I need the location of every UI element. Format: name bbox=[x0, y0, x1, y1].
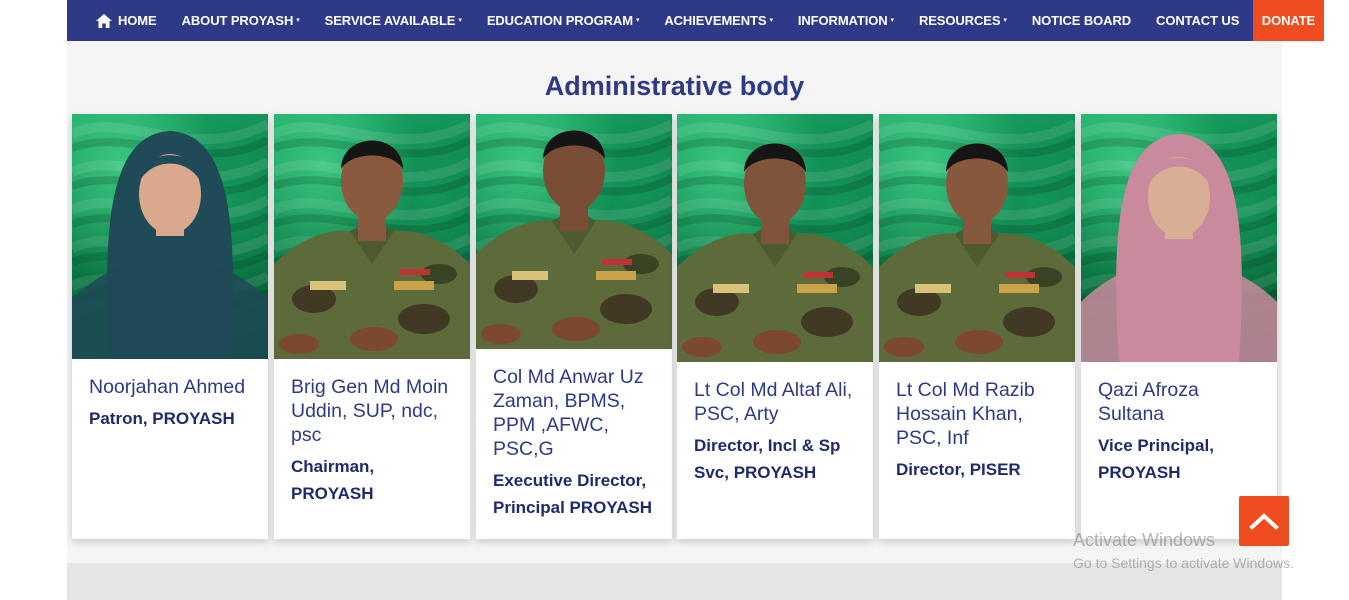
home-icon bbox=[96, 13, 112, 28]
member-name: Lt Col Md Altaf Ali, PSC, Arty bbox=[694, 379, 853, 425]
member-card: Lt Col Md Razib Hossain Khan, PSC, Inf Di… bbox=[879, 114, 1075, 539]
chevron-down-icon: ▾ bbox=[1003, 16, 1007, 24]
windows-activation-watermark-text: Go to Settings to activate Windows. bbox=[1073, 555, 1294, 571]
nav-item-label: RESOURCES bbox=[918, 13, 1001, 28]
nav-item-label: HOME bbox=[118, 13, 157, 28]
member-photo bbox=[274, 114, 470, 359]
windows-activation-watermark-title: Activate Windows bbox=[1073, 530, 1216, 550]
nav-item-resources[interactable]: RESOURCES ▾ bbox=[906, 0, 1019, 41]
member-name: Noorjahan Ahmed bbox=[89, 376, 246, 398]
member-name: Col Md Anwar Uz Zaman, BPMS, PPM ,AFWC, … bbox=[493, 366, 644, 460]
nav-item-achievements[interactable]: ACHIEVEMENTS ▾ bbox=[652, 0, 786, 41]
member-photo bbox=[72, 114, 268, 359]
nav-item-label: DONATE bbox=[1261, 13, 1316, 28]
member-card: Noorjahan Ahmed Patron, PROYASH bbox=[72, 114, 268, 539]
member-role: Executive Director, Principal PROYASH bbox=[493, 471, 653, 517]
main-navbar: HOME ABOUT PROYASH ▾ SERVICE AVAILABLE ▾ EDUC… bbox=[67, 0, 1325, 41]
nav-item-label: ABOUT PROYASH bbox=[181, 13, 294, 28]
nav-item-label: SERVICE AVAILABLE bbox=[324, 13, 456, 28]
nav-item-service-available[interactable]: SERVICE AVAILABLE ▾ bbox=[312, 0, 474, 41]
chevron-down-icon: ▾ bbox=[769, 16, 773, 24]
nav-item-label: CONTACT US bbox=[1156, 13, 1240, 28]
nav-item-about-proyash[interactable]: ABOUT PROYASH ▾ bbox=[169, 0, 312, 41]
member-photo bbox=[677, 114, 873, 362]
member-role: Chairman, PROYASH bbox=[291, 457, 375, 503]
member-name: Lt Col Md Razib Hossain Khan, PSC, Inf bbox=[896, 379, 1035, 449]
nav-item-donate[interactable]: DONATE bbox=[1252, 0, 1325, 41]
chevron-up-icon bbox=[1249, 513, 1279, 530]
member-role: Director, PISER bbox=[896, 460, 1021, 479]
nav-item-home[interactable]: HOME bbox=[96, 0, 169, 41]
member-name: Qazi Afroza Sultana bbox=[1098, 379, 1199, 425]
nav-item-contact-us[interactable]: CONTACT US bbox=[1144, 0, 1252, 41]
chevron-down-icon: ▾ bbox=[890, 16, 895, 24]
nav-item-label: EDUCATION PROGRAM bbox=[486, 13, 633, 28]
nav-item-label: NOTICE BOARD bbox=[1031, 13, 1132, 28]
nav-item-notice-board[interactable]: NOTICE BOARD bbox=[1019, 0, 1143, 41]
nav-item-education-program[interactable]: EDUCATION PROGRAM ▾ bbox=[474, 0, 652, 41]
member-photo bbox=[879, 114, 1075, 362]
member-role: Patron, PROYASH bbox=[89, 409, 235, 428]
section-title: Administrative body bbox=[544, 71, 805, 102]
member-name: Brig Gen Md Moin Uddin, SUP, ndc, psc bbox=[291, 376, 449, 446]
member-role: Vice Principal, PROYASH bbox=[1098, 436, 1214, 482]
member-photo bbox=[1081, 114, 1277, 362]
member-card: Brig Gen Md Moin Uddin, SUP, ndc, psc Cha… bbox=[274, 114, 470, 539]
nav-item-label: ACHIEVEMENTS bbox=[664, 13, 767, 28]
page-container: HOME ABOUT PROYASH ▾ SERVICE AVAILABLE ▾ EDUC… bbox=[67, 0, 1325, 600]
chevron-down-icon: ▾ bbox=[635, 16, 640, 24]
member-card: Col Md Anwar Uz Zaman, BPMS, PPM ,AFWC, … bbox=[476, 114, 672, 539]
chevron-down-icon: ▾ bbox=[458, 16, 462, 24]
member-card: Lt Col Md Altaf Ali, PSC, Arty Director, … bbox=[677, 114, 873, 539]
member-role: Director, Incl & Sp Svc, PROYASH bbox=[694, 436, 841, 482]
chevron-down-icon: ▾ bbox=[296, 16, 300, 24]
member-card: Qazi Afroza Sultana Vice Principal, PROYA… bbox=[1081, 114, 1277, 539]
nav-item-information[interactable]: INFORMATION ▾ bbox=[785, 0, 906, 41]
scroll-to-top-button[interactable] bbox=[1239, 496, 1289, 546]
member-photo bbox=[476, 114, 672, 349]
nav-item-label: INFORMATION bbox=[797, 13, 888, 28]
